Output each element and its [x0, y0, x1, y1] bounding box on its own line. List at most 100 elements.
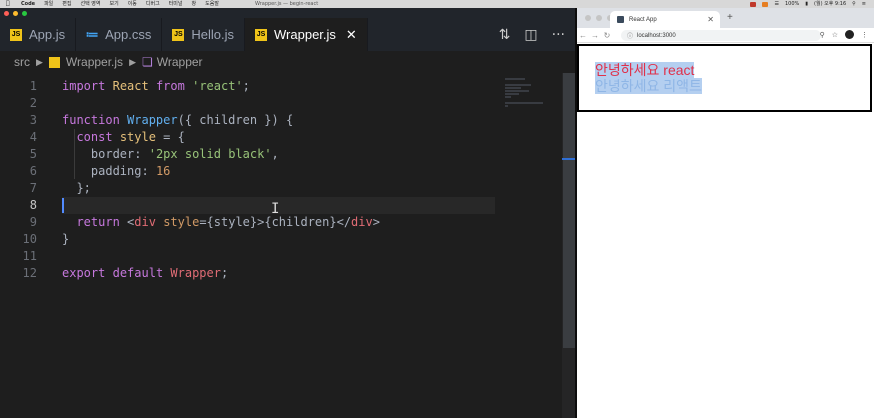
- chevron-right-icon: ▶: [129, 56, 136, 67]
- minimap[interactable]: [505, 78, 560, 108]
- address-bar[interactable]: ⓘ localhost:3000: [621, 30, 821, 41]
- line-number-current: 8: [29, 198, 37, 212]
- tab-wrapper-js[interactable]: JS Wrapper.js ✕: [245, 18, 368, 51]
- status-app-icon[interactable]: [762, 1, 769, 7]
- browser-tab-title: React App: [629, 16, 657, 23]
- macos-menu-bar:  Code 파일 편집 선택 영역 보기 이동 디버그 터미널 창 도움말 W…: [0, 0, 874, 8]
- menu-selection[interactable]: 선택 영역: [80, 0, 100, 8]
- close-window-button[interactable]: [4, 11, 9, 16]
- editor-tab-bar: JS App.js ≔ App.css JS Hello.js JS Wrapp…: [0, 18, 575, 51]
- search-icon[interactable]: ⚲: [852, 0, 856, 8]
- browser-toolbar-actions: ⚲ ☆ ⋮: [820, 30, 868, 39]
- tab-hello-js[interactable]: JS Hello.js: [162, 18, 246, 51]
- code-editor[interactable]: 1 2 3 4 5 6 7 8 9 10 11 12 import React …: [0, 73, 575, 418]
- code-lines[interactable]: import React from 'react'; function Wrap…: [62, 78, 495, 282]
- browser-window-controls: [585, 15, 613, 21]
- browser-toolbar: ← → ↻ ⓘ localhost:3000 ⚲ ☆ ⋮: [577, 28, 874, 43]
- wrapper-box: 안녕하세요 react 안녕하세요 리액트: [577, 44, 872, 112]
- more-menu-icon[interactable]: ⋮: [861, 31, 868, 39]
- breadcrumb: src ▶ Wrapper.js ▶ ❏ Wrapper: [0, 51, 575, 73]
- menu-debug[interactable]: 디버그: [146, 0, 160, 8]
- wifi-icon[interactable]: ☰: [774, 0, 778, 8]
- url-text: localhost:3000: [637, 32, 676, 39]
- menu-file[interactable]: 파일: [44, 0, 53, 8]
- line-number: 5: [29, 147, 37, 161]
- forward-arrow-icon[interactable]: →: [589, 31, 601, 40]
- breadcrumb-symbol[interactable]: Wrapper: [157, 55, 203, 69]
- line-number-gutter: 1 2 3 4 5 6 7 8 9 10 11 12: [0, 78, 44, 282]
- code-line[interactable]: [62, 95, 495, 112]
- line-number: 3: [29, 113, 37, 127]
- line-number: 11: [22, 249, 37, 263]
- code-line[interactable]: };: [62, 180, 495, 197]
- code-line[interactable]: }: [62, 231, 495, 248]
- code-line[interactable]: import React from 'react';: [62, 78, 495, 95]
- bookmark-star-icon[interactable]: ☆: [832, 31, 838, 39]
- browser-tab-react-app[interactable]: React App ✕: [610, 11, 720, 28]
- code-line[interactable]: function Wrapper({ children }) {: [62, 112, 495, 129]
- clock[interactable]: (월) 오후 9:16: [814, 0, 846, 8]
- mouse-ibeam-cursor: I: [271, 201, 280, 217]
- browser-tab-bar: React App ✕ +: [577, 8, 874, 28]
- symbol-cube-icon: ❏: [141, 55, 153, 69]
- close-tab-icon[interactable]: ✕: [346, 27, 357, 43]
- breadcrumb-file[interactable]: Wrapper.js: [66, 55, 123, 69]
- more-actions-icon[interactable]: ···: [552, 27, 565, 43]
- tab-label: Hello.js: [191, 27, 235, 42]
- text-caret: [62, 198, 64, 213]
- reload-icon[interactable]: ↻: [601, 31, 613, 40]
- menu-extras-icon[interactable]: ≡: [862, 0, 866, 8]
- close-window-button[interactable]: [585, 15, 591, 21]
- battery-label: 100%: [784, 1, 800, 7]
- code-line[interactable]: const style = {: [62, 129, 495, 146]
- minimize-window-button[interactable]: [13, 11, 18, 16]
- page-viewport: 안녕하세요 react 안녕하세요 리액트: [577, 44, 874, 418]
- menu-edit[interactable]: 편집: [62, 0, 71, 8]
- code-line[interactable]: padding: 16: [62, 163, 495, 180]
- code-line[interactable]: border: '2px solid black',: [62, 146, 495, 163]
- menu-view[interactable]: 보기: [109, 0, 118, 8]
- hello-line-1[interactable]: 안녕하세요 react: [595, 62, 854, 78]
- menu-window[interactable]: 창: [192, 0, 197, 8]
- close-tab-icon[interactable]: ✕: [707, 15, 714, 24]
- tab-app-js[interactable]: JS App.js: [0, 18, 77, 51]
- line-number: 10: [22, 232, 37, 246]
- css-file-icon: ≔: [85, 26, 99, 42]
- battery-icon[interactable]: ▮: [805, 0, 808, 8]
- minimize-window-button[interactable]: [596, 15, 602, 21]
- line-number: 12: [22, 266, 37, 280]
- hello-text-1: 안녕하세요 react: [595, 62, 695, 78]
- profile-avatar[interactable]: [845, 30, 854, 39]
- line-number: 6: [29, 164, 37, 178]
- hello-text-2: 안녕하세요 리액트: [595, 78, 702, 94]
- tab-label: Wrapper.js: [274, 27, 336, 42]
- line-number: 4: [29, 130, 37, 144]
- line-number: 7: [29, 181, 37, 195]
- new-tab-button[interactable]: +: [727, 12, 733, 23]
- browser-window: React App ✕ + ← → ↻ ⓘ localhost:3000 ⚲ ☆…: [577, 8, 874, 418]
- scrollbar-thumb[interactable]: [563, 73, 575, 348]
- back-arrow-icon[interactable]: ←: [577, 31, 589, 40]
- tab-label: App.css: [105, 27, 152, 42]
- hello-line-2[interactable]: 안녕하세요 리액트: [595, 78, 854, 94]
- split-editor-icon[interactable]: ◫: [524, 27, 537, 43]
- menu-help[interactable]: 도움말: [205, 0, 219, 8]
- menu-go[interactable]: 이동: [128, 0, 137, 8]
- code-line[interactable]: [62, 248, 495, 265]
- js-file-icon: JS: [255, 28, 268, 41]
- breadcrumb-folder[interactable]: src: [14, 55, 30, 69]
- window-title: Wrapper.js — begin-react: [255, 1, 319, 7]
- tab-label: App.js: [29, 27, 66, 42]
- zoom-icon[interactable]: ⚲: [820, 31, 825, 39]
- maximize-window-button[interactable]: [22, 11, 27, 16]
- line-number: 1: [29, 79, 37, 93]
- site-info-icon[interactable]: ⓘ: [627, 31, 633, 40]
- open-changes-icon[interactable]: ⇅: [499, 27, 511, 43]
- code-line[interactable]: export default Wrapper;: [62, 265, 495, 282]
- menu-app-name[interactable]: Code: [21, 0, 35, 8]
- apple-menu-icon[interactable]: : [6, 0, 12, 8]
- tab-app-css[interactable]: ≔ App.css: [76, 18, 163, 51]
- menu-terminal[interactable]: 터미널: [169, 0, 183, 8]
- editor-actions: ⇅ ◫ ···: [499, 18, 575, 51]
- status-app-icon[interactable]: [750, 1, 757, 7]
